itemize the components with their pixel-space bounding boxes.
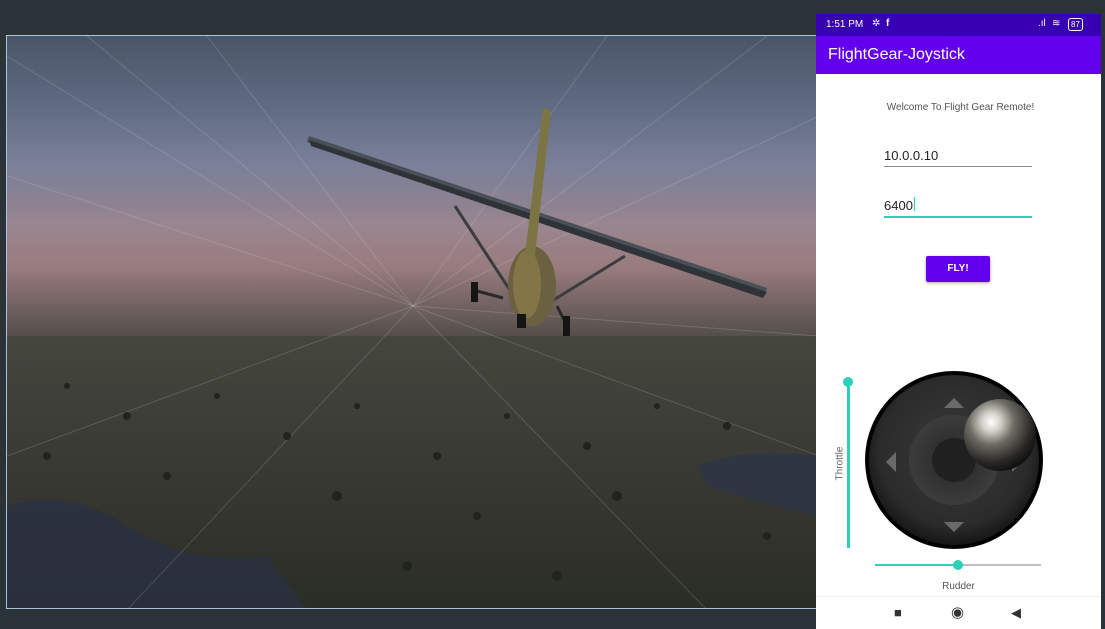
rudder-slider-fill (875, 564, 958, 566)
facebook-icon: f (886, 18, 890, 29)
flight-simulator-view (6, 35, 818, 609)
signal-icon: .ıl (1038, 18, 1046, 29)
back-icon[interactable]: ◀ (1011, 605, 1021, 621)
rudder-slider-thumb[interactable] (953, 560, 963, 570)
throttle-slider-track[interactable] (847, 382, 850, 548)
text-caret (914, 197, 915, 211)
sim-scene (7, 36, 817, 608)
wifi-icon: ≋ (1052, 18, 1061, 29)
settings-icon: ✲ (872, 18, 881, 29)
battery-icon: 87 (1068, 18, 1083, 31)
throttle-slider-thumb[interactable] (843, 377, 853, 387)
status-bar: 1:51 PM ✲ f .ıl ≋ 87 (816, 14, 1101, 36)
app-bar: FlightGear-Joystick (816, 36, 1101, 74)
status-time: 1:51 PM (826, 19, 864, 30)
port-input[interactable]: 6400 (884, 194, 1032, 218)
joystick[interactable] (864, 370, 1046, 552)
throttle-label: Throttle (834, 446, 846, 481)
ip-address-input[interactable]: 10.0.0.10 (884, 144, 1032, 167)
rudder-label: Rudder (942, 581, 975, 592)
phone-screen: 1:51 PM ✲ f .ıl ≋ 87 FlightGear-Joystick… (816, 14, 1101, 629)
fly-button[interactable]: FLY! (926, 256, 990, 282)
app-title: FlightGear-Joystick (828, 46, 965, 63)
recents-icon[interactable]: ■ (894, 605, 902, 620)
home-icon[interactable]: ◉ (951, 603, 964, 621)
joystick-knob[interactable] (964, 399, 1036, 471)
ip-address-value: 10.0.0.10 (884, 148, 939, 163)
port-value: 6400 (884, 198, 913, 213)
navigation-bar: ■ ◉ ◀ (816, 596, 1101, 629)
welcome-text: Welcome To Flight Gear Remote! (886, 102, 1035, 113)
